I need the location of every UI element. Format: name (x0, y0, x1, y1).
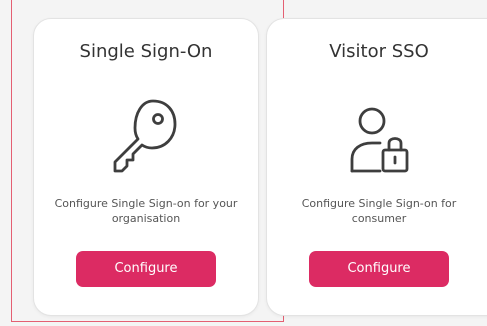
sso-settings-canvas: Single Sign-On Configure Single Sign-on … (0, 0, 487, 326)
card-description: Configure Single Sign-on for consumer (301, 197, 457, 225)
configure-sso-button[interactable]: Configure (76, 251, 216, 287)
single-sign-on-card: Single Sign-On Configure Single Sign-on … (33, 18, 259, 316)
card-title: Single Sign-On (79, 41, 213, 62)
user-lock-icon (344, 93, 414, 177)
key-icon (111, 93, 181, 177)
card-description: Configure Single Sign-on for your organi… (54, 197, 238, 225)
configure-visitor-sso-button[interactable]: Configure (309, 251, 449, 287)
card-title: Visitor SSO (329, 41, 429, 62)
visitor-sso-card: Visitor SSO Configure Single Sign-on for… (266, 18, 487, 316)
